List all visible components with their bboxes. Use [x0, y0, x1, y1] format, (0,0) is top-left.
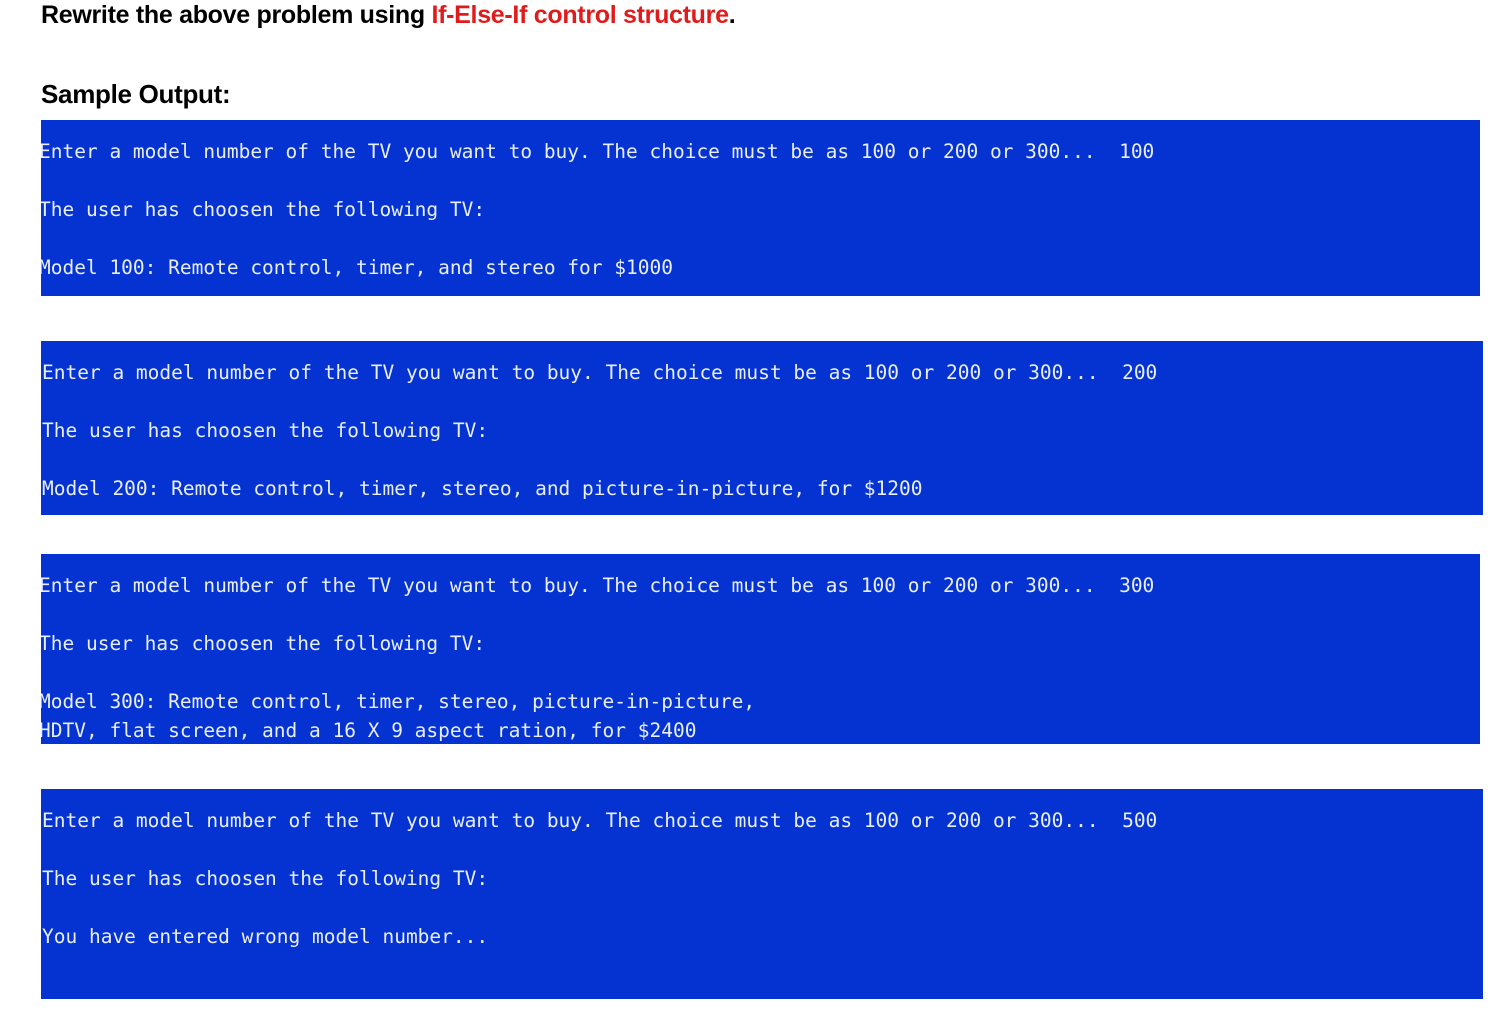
console-line: The user has choosen the following TV: [41, 198, 486, 221]
console-line: Enter a model number of the TV you want … [41, 574, 1155, 597]
console-line: Enter a model number of the TV you want … [42, 809, 1158, 832]
console-output-block-200: Enter a model number of the TV you want … [41, 341, 1483, 515]
console-line: Model 300: Remote control, timer, stereo… [41, 690, 756, 713]
intro-prefix: Rewrite the above problem using [41, 1, 432, 29]
intro-suffix: . [728, 1, 736, 29]
console-output-block-300: Enter a model number of the TV you want … [41, 554, 1480, 744]
console-line: The user has choosen the following TV: [42, 867, 489, 890]
console-line: Enter a model number of the TV you want … [42, 361, 1158, 384]
intro-instruction: Rewrite the above problem using If-Else-… [41, 1, 736, 30]
console-line: HDTV, flat screen, and a 16 X 9 aspect r… [41, 719, 697, 742]
console-output-block-100: Enter a model number of the TV you want … [41, 120, 1480, 296]
console-line: You have entered wrong model number... [42, 925, 489, 948]
console-line: Enter a model number of the TV you want … [41, 140, 1155, 163]
console-output-block-500: Enter a model number of the TV you want … [41, 789, 1483, 999]
sample-output-heading: Sample Output: [41, 79, 231, 109]
console-line: The user has choosen the following TV: [41, 632, 486, 655]
console-line: Model 100: Remote control, timer, and st… [41, 256, 673, 279]
console-line: The user has choosen the following TV: [42, 419, 489, 442]
intro-accent-term: If-Else-If control structure [431, 1, 729, 29]
console-line: Model 200: Remote control, timer, stereo… [42, 477, 923, 500]
